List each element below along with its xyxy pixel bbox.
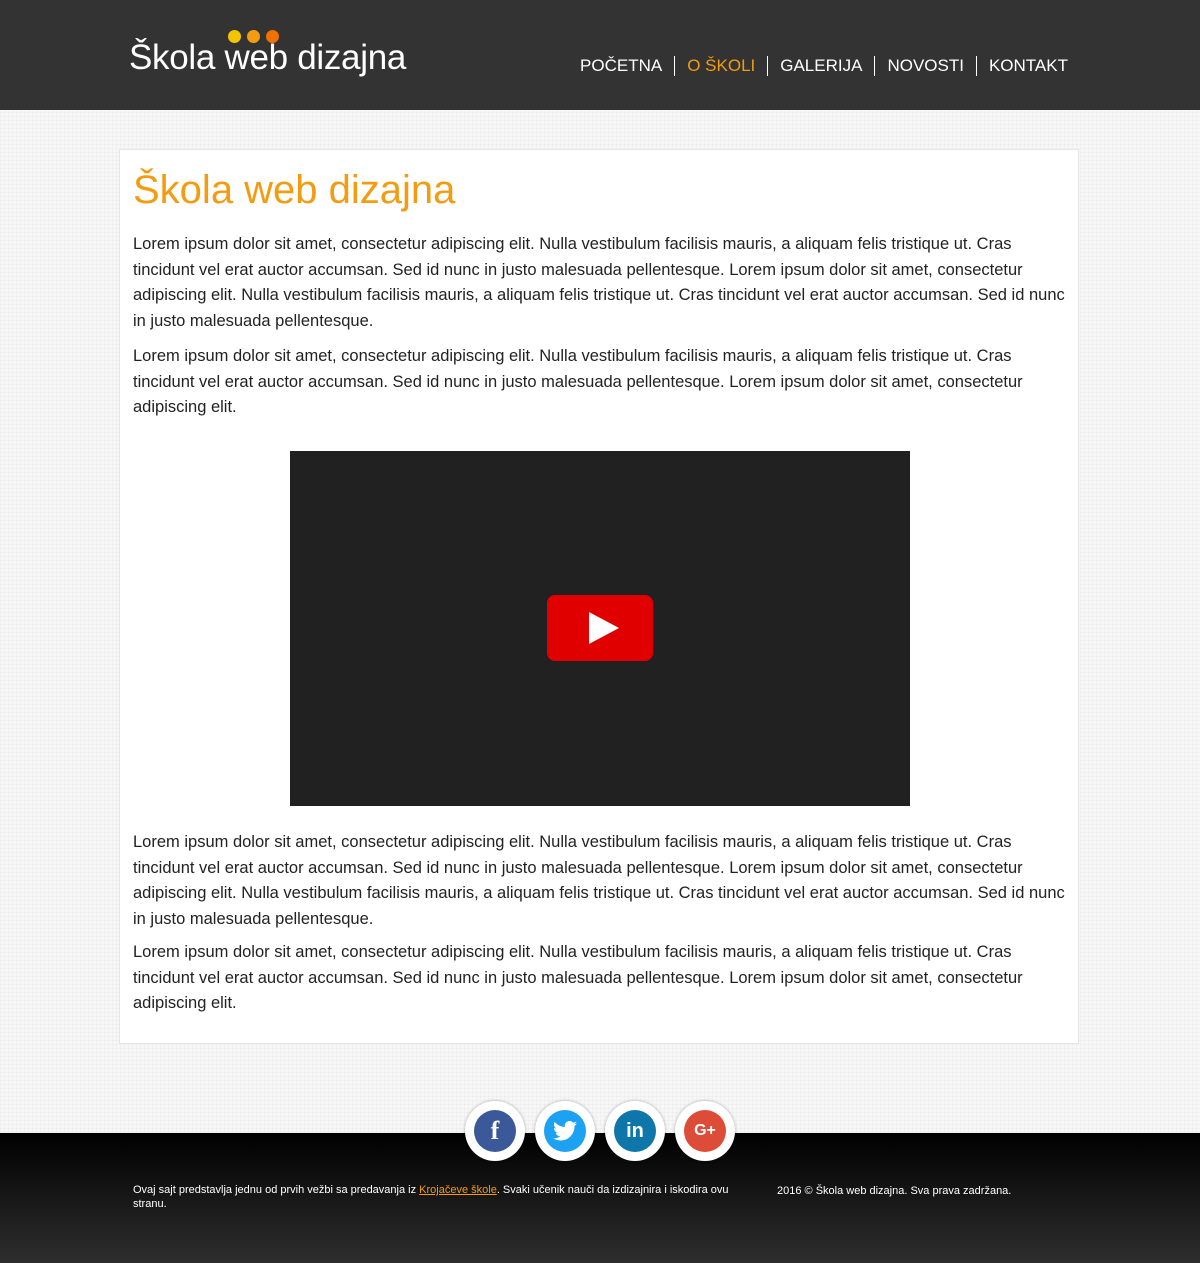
facebook-button[interactable]: f <box>465 1101 525 1161</box>
paragraph: Lorem ipsum dolor sit amet, consectetur … <box>133 235 1065 330</box>
facebook-icon: f <box>474 1110 516 1152</box>
main-content: Škola web dizajna Lorem ipsum dolor sit … <box>119 149 1079 1044</box>
copyright: 2016 © Škola web dizajna. Sva prava zadr… <box>777 1185 1012 1197</box>
play-button[interactable] <box>547 595 653 661</box>
krojaceve-skole-link[interactable]: Krojačeve škole <box>419 1184 497 1196</box>
logo[interactable]: Škola web dizajna <box>129 28 429 88</box>
paragraph: Lorem ipsum dolor sit amet, consectetur … <box>133 347 1023 416</box>
page-title: Škola web dizajna <box>133 168 456 212</box>
linkedin-button[interactable]: in <box>605 1101 665 1161</box>
google-plus-button[interactable]: G+ <box>675 1101 735 1161</box>
nav-item-pocetna[interactable]: POČETNA <box>568 56 674 76</box>
nav-item-kontakt[interactable]: KONTAKT <box>975 56 1080 76</box>
footer-text: Ovaj sajt predstavlja jednu od prvih vež… <box>133 1184 420 1196</box>
nav-item-o-skoli[interactable]: O ŠKOLI <box>674 56 767 76</box>
social-links: f in G+ <box>465 1101 745 1161</box>
nav-item-galerija[interactable]: GALERIJA <box>767 56 874 76</box>
logo-text: Škola web dizajna <box>129 38 407 77</box>
google-plus-icon: G+ <box>684 1110 726 1152</box>
main-nav: POČETNA O ŠKOLI GALERIJA NOVOSTI KONTAKT <box>568 56 1080 76</box>
paragraph: Lorem ipsum dolor sit amet, consectetur … <box>133 943 1023 1012</box>
twitter-button[interactable] <box>535 1101 595 1161</box>
video-player[interactable] <box>290 451 910 806</box>
play-icon <box>589 612 619 644</box>
twitter-icon <box>544 1110 586 1152</box>
site-header: Škola web dizajna POČETNA O ŠKOLI GALERI… <box>0 0 1200 110</box>
nav-item-novosti[interactable]: NOVOSTI <box>874 56 976 76</box>
linkedin-icon: in <box>614 1110 656 1152</box>
footer-description: Ovaj sajt predstavlja jednu od prvih vež… <box>133 1183 753 1211</box>
paragraph: Lorem ipsum dolor sit amet, consectetur … <box>133 833 1065 928</box>
